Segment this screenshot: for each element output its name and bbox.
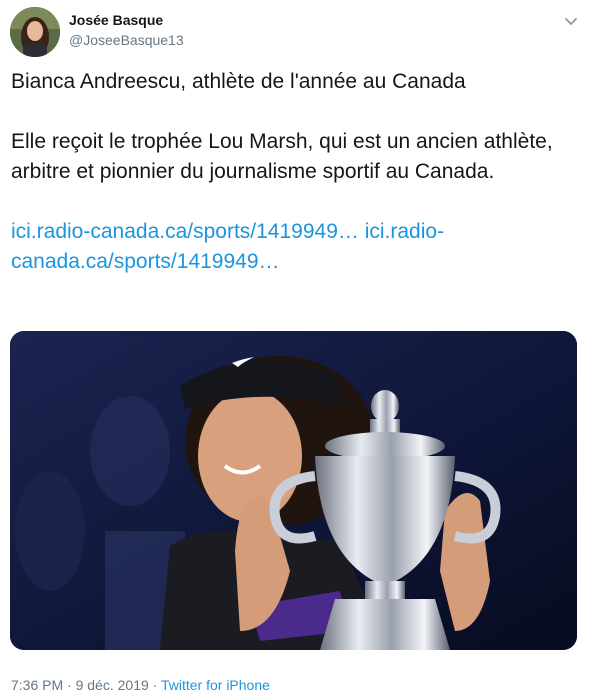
meta-separator: · [67,677,72,693]
meta-separator: · [152,677,158,693]
tweet-photo[interactable] [10,331,577,650]
tweet-source-link[interactable]: Twitter for iPhone [161,677,270,693]
avatar[interactable] [10,7,60,57]
author-handle[interactable]: @JoseeBasque13 [69,32,184,48]
tweet-card: Josée Basque @JoseeBasque13 Bianca Andre… [0,0,591,700]
tweet-line-title: Bianca Andreescu, athlète de l'année au … [11,70,466,93]
chevron-down-icon[interactable] [561,11,581,31]
tweet-time[interactable]: 7:36 PM [11,677,63,693]
tweet-link-1[interactable]: ici.radio-canada.ca/sports/1419949… [11,220,359,243]
author-name[interactable]: Josée Basque [69,12,163,28]
tweet-links: ici.radio-canada.ca/sports/1419949… ici.… [11,217,581,277]
tweet-meta: 7:36 PM · 9 déc. 2019 · Twitter for iPho… [11,677,270,693]
tweet-text: Bianca Andreescu, athlète de l'année au … [11,67,581,277]
tweet-date[interactable]: 9 déc. 2019 [76,677,149,693]
tweet-line-body: Elle reçoit le trophée Lou Marsh, qui es… [11,130,553,183]
